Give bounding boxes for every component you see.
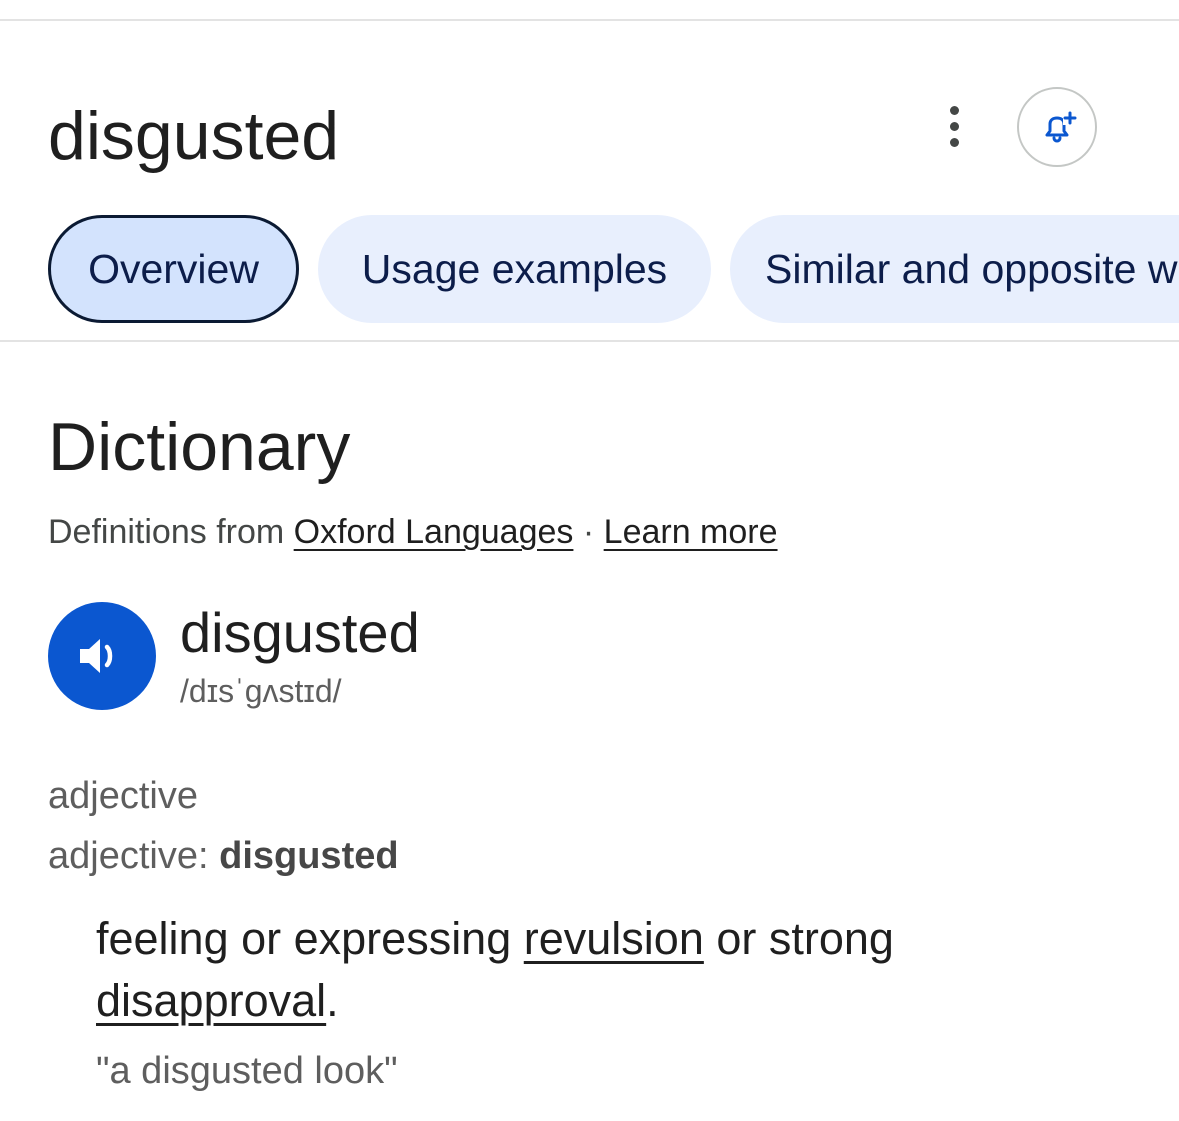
usage-example: "a disgusted look" [96,1050,398,1092]
source-prefix: Definitions from [48,513,285,551]
source-line: Definitions from Oxford Languages · Lear… [48,510,778,554]
word-form-label: adjective: [48,835,209,877]
more-vert-icon [949,105,959,115]
pronunciation-button[interactable] [48,602,156,710]
revulsion-link[interactable]: revulsion [524,913,704,964]
word-form: adjective: disgusted [48,832,399,880]
headword: disgusted [180,601,420,664]
phonetic: /dɪsˈɡʌstɪd/ [180,673,342,709]
section-title: Dictionary [48,409,351,485]
more-options-button[interactable] [930,100,978,152]
create-alert-button[interactable] [1017,87,1097,167]
tab-usage-examples[interactable]: Usage examples [318,215,711,323]
disapproval-link[interactable]: disapproval [96,975,326,1026]
top-divider [0,19,1179,21]
separator: · [582,513,595,551]
page-title: disgusted [48,98,340,174]
oxford-languages-link[interactable]: Oxford Languages [294,513,574,551]
more-vert-icon-dot [949,137,959,147]
volume-icon [80,639,113,673]
definition-text: feeling or expressing [96,913,512,964]
bell-plus-icon [1045,111,1077,143]
more-vert-icon-dot [949,121,959,131]
word-form-value: disgusted [219,835,399,877]
part-of-speech: adjective [48,775,198,817]
tab-divider [0,340,1179,342]
tab-overview[interactable]: Overview [48,215,299,323]
definition: feeling or expressing revulsion or stron… [96,908,1096,1032]
definition-text: or strong [716,913,894,964]
definition-period: . [326,975,339,1026]
tab-bar: Overview Usage examples Similar and oppo… [48,215,1179,323]
tab-similar-and-opposite[interactable]: Similar and opposite w [730,215,1179,323]
learn-more-link[interactable]: Learn more [604,513,778,551]
